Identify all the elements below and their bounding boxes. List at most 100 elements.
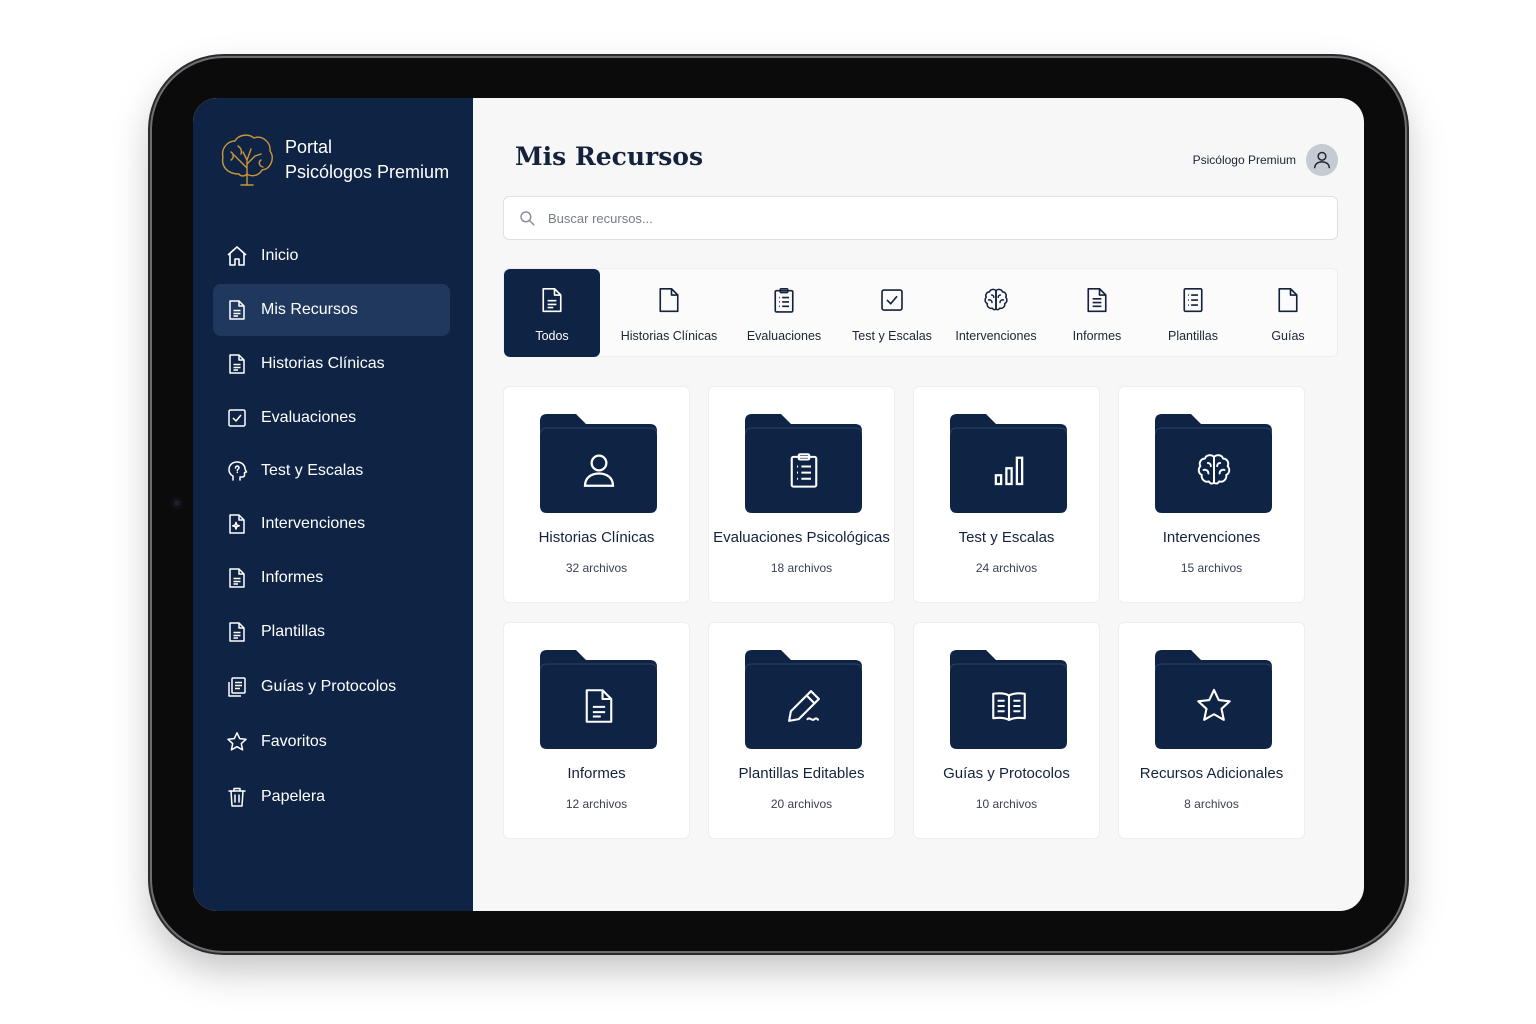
- folder-title: Evaluaciones Psicológicas: [713, 529, 890, 546]
- user-icon: [1313, 151, 1331, 169]
- sidebar-item-label: Papelera: [261, 788, 326, 805]
- sidebar-item-label: Informes: [261, 569, 324, 586]
- folder-file-count: 32 archivos: [565, 561, 628, 575]
- sidebar-item-evaluaciones[interactable]: Evaluaciones: [213, 392, 450, 444]
- avatar[interactable]: [1306, 144, 1338, 176]
- tab-plantillas[interactable]: Plantillas: [1145, 269, 1241, 357]
- sidebar-item-inicio[interactable]: Inicio: [213, 230, 450, 282]
- page-title: Mis Recursos: [515, 142, 704, 171]
- sidebar-item-test-y-escalas[interactable]: Test y Escalas: [213, 445, 450, 497]
- folder-title: Plantillas Editables: [738, 765, 865, 782]
- folder-card-evaluaciones-psicologicas[interactable]: Evaluaciones Psicológicas 18 archivos: [708, 386, 895, 603]
- folder-file-count: 10 archivos: [975, 797, 1038, 811]
- tab-label: Evaluaciones: [746, 329, 822, 343]
- brand-line-1: Portal: [285, 137, 333, 157]
- sidebar-item-label: Intervenciones: [261, 515, 366, 532]
- clipboard-icon: [769, 285, 799, 315]
- folder-card-historias-clinicas[interactable]: Historias Clínicas 32 archivos: [503, 386, 690, 603]
- bar-chart-icon: [994, 456, 1024, 486]
- tab-label: Intervenciones: [955, 329, 1037, 343]
- tab-label: Plantillas: [1167, 329, 1219, 343]
- sidebar-item-label: Guías y Protocolos: [261, 678, 397, 695]
- main-content: Mis Recursos Psicólogo Premium Todos: [473, 98, 1364, 911]
- search-bar[interactable]: [503, 196, 1338, 240]
- folder-card-test-y-escalas[interactable]: Test y Escalas 24 archivos: [913, 386, 1100, 603]
- star-icon: [1197, 688, 1231, 721]
- folder-file-count: 18 archivos: [770, 561, 833, 575]
- search-input[interactable]: [546, 209, 1310, 227]
- folder-file-count: 24 archivos: [975, 561, 1038, 575]
- home-icon: [225, 244, 249, 268]
- sidebar-item-papelera[interactable]: Papelera: [213, 771, 450, 823]
- category-tabs: Todos Historias Clínicas Evaluaciones Te…: [503, 268, 1338, 357]
- checkbox-icon: [877, 285, 907, 315]
- document-icon: [585, 689, 613, 723]
- document-icon: [225, 566, 249, 590]
- brain-tree-logo-icon: [221, 134, 273, 186]
- folder-card-intervenciones[interactable]: Intervenciones 15 archivos: [1118, 386, 1305, 603]
- folder-title: Guías y Protocolos: [943, 765, 1070, 782]
- file-icon: [1273, 285, 1303, 315]
- camera: [171, 497, 183, 509]
- screen: Portal Psicólogos Premium Inicio Mis Rec…: [193, 98, 1364, 911]
- sidebar-item-historias-clinicas[interactable]: Historias Clínicas: [213, 338, 450, 390]
- folder-card-plantillas-editables[interactable]: Plantillas Editables 20 archivos: [708, 622, 895, 839]
- document-icon: [1082, 285, 1112, 315]
- tab-todos[interactable]: Todos: [504, 269, 600, 357]
- brain-icon: [981, 285, 1011, 315]
- folder-file-count: 20 archivos: [770, 797, 833, 811]
- clipboard-icon: [790, 453, 818, 488]
- folder-card-informes[interactable]: Informes 12 archivos: [503, 622, 690, 839]
- checkbox-icon: [225, 406, 249, 430]
- tab-label: Guías: [1271, 329, 1305, 343]
- pencil-icon: [788, 690, 820, 722]
- sidebar-item-label: Evaluaciones: [261, 409, 357, 426]
- tab-label: Test y Escalas: [852, 329, 932, 343]
- list-icon: [1178, 285, 1208, 315]
- tab-intervenciones[interactable]: Intervenciones: [948, 269, 1044, 357]
- tab-historias-clinicas[interactable]: Historias Clínicas: [610, 269, 728, 357]
- star-icon: [225, 730, 249, 754]
- tab-label: Historias Clínicas: [620, 329, 718, 343]
- tab-guias[interactable]: Guías: [1240, 269, 1336, 357]
- brand-title: Portal Psicólogos Premium: [285, 135, 449, 185]
- document-icon: [225, 352, 249, 376]
- sparkle-document-icon: [225, 512, 249, 536]
- sidebar-item-label: Historias Clínicas: [261, 355, 385, 372]
- sidebar-item-favoritos[interactable]: Favoritos: [213, 716, 450, 768]
- tab-test-y-escalas[interactable]: Test y Escalas: [844, 269, 940, 357]
- tab-label: Todos: [535, 329, 569, 343]
- head-icon: [225, 459, 249, 483]
- sidebar-item-label: Inicio: [261, 247, 299, 264]
- sidebar-item-mis-recursos[interactable]: Mis Recursos: [213, 284, 450, 336]
- sidebar-item-plantillas[interactable]: Plantillas: [213, 606, 450, 658]
- tab-evaluaciones[interactable]: Evaluaciones: [736, 269, 832, 357]
- person-icon: [583, 454, 615, 487]
- search-icon: [520, 211, 535, 226]
- brand-line-2: Psicólogos Premium: [285, 162, 450, 182]
- tab-informes[interactable]: Informes: [1049, 269, 1145, 357]
- sidebar-item-label: Favoritos: [261, 733, 327, 750]
- sidebar-item-label: Mis Recursos: [261, 301, 358, 318]
- folder-title: Recursos Adicionales: [1139, 765, 1284, 782]
- tab-label: Informes: [1072, 329, 1122, 343]
- folder-title: Test y Escalas: [958, 529, 1055, 546]
- trash-icon: [225, 785, 249, 809]
- folder-file-count: 15 archivos: [1180, 561, 1243, 575]
- user-menu[interactable]: Psicólogo Premium: [1193, 144, 1338, 176]
- document-icon: [225, 298, 249, 322]
- folder-card-recursos-adicionales[interactable]: Recursos Adicionales 8 archivos: [1118, 622, 1305, 839]
- sidebar-item-guias-y-protocolos[interactable]: Guías y Protocolos: [213, 661, 450, 713]
- book-icon: [992, 692, 1026, 722]
- sidebar-item-informes[interactable]: Informes: [213, 552, 450, 604]
- sidebar-item-label: Test y Escalas: [261, 462, 364, 479]
- folder-title: Intervenciones: [1162, 529, 1261, 546]
- folder-title: Informes: [567, 765, 626, 782]
- file-icon: [654, 285, 684, 315]
- sidebar: Portal Psicólogos Premium Inicio Mis Rec…: [193, 98, 473, 911]
- stacked-documents-icon: [225, 675, 249, 699]
- brain-icon: [1197, 454, 1231, 485]
- brand: Portal Psicólogos Premium: [217, 130, 449, 190]
- sidebar-item-intervenciones[interactable]: Intervenciones: [213, 498, 450, 550]
- folder-card-guias-y-protocolos[interactable]: Guías y Protocolos 10 archivos: [913, 622, 1100, 839]
